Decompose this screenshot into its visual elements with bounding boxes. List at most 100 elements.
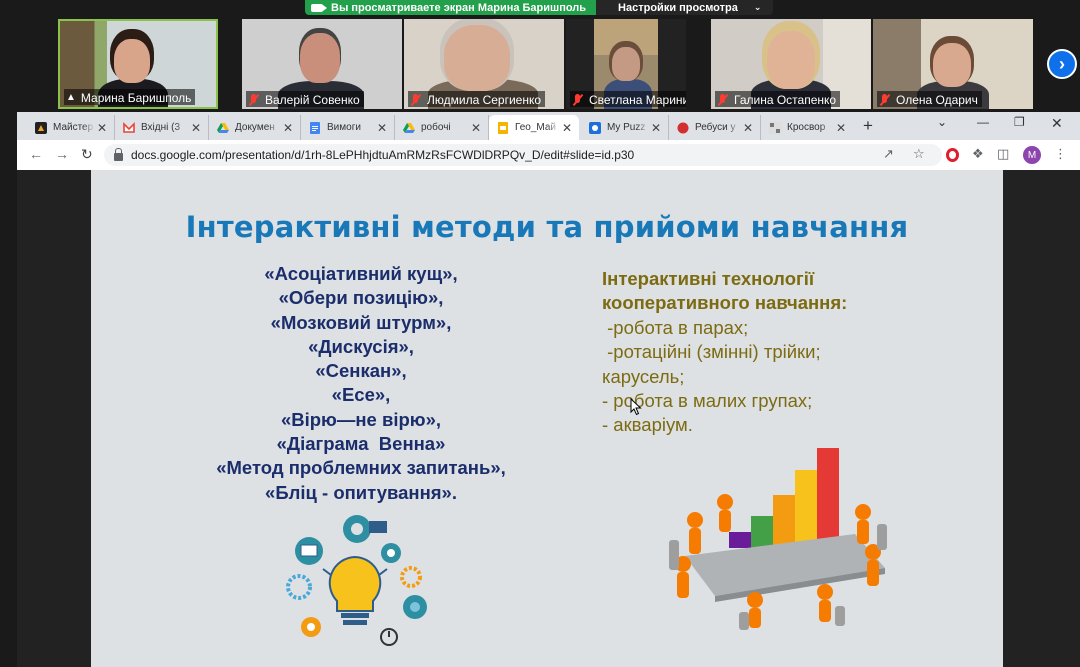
tab-label: Докумен	[235, 122, 275, 133]
star-icon: ☆	[913, 146, 925, 161]
browser-tab[interactable]: робочі ✕	[395, 115, 489, 140]
minimize-button[interactable]: —	[977, 115, 989, 129]
opera-extension-icon[interactable]	[946, 148, 959, 162]
share-icon: ↗	[883, 146, 894, 161]
participant-name-label: Валерій Совенко	[246, 91, 364, 107]
browser-tab-active[interactable]: Гео_Май ✕	[489, 115, 579, 140]
tab-bar: Майстер ✕ Вхідні (3 ✕ Докумен ✕ Вимоги ✕ роб…	[17, 112, 1080, 140]
person-head	[114, 39, 150, 83]
participant-tile[interactable]: Светлана Маринич	[566, 19, 686, 109]
restore-icon: ❐	[1014, 115, 1025, 129]
participant-tile[interactable]: Олена Одарич	[873, 19, 1033, 109]
technologies-heading: Інтерактивні технології кооперативного н…	[602, 267, 847, 316]
person-head	[933, 43, 971, 87]
drive-icon	[217, 122, 229, 133]
red-circle-icon	[677, 122, 689, 133]
method-item: «Бліц - опитування».	[265, 481, 457, 503]
mic-muted-icon	[410, 93, 422, 106]
participant-tile[interactable]: Людмила Сергиенко	[404, 19, 564, 109]
close-tab-icon[interactable]: ✕	[95, 121, 109, 135]
mic-muted-icon	[248, 93, 260, 106]
puzzle-piece-icon: ❖	[972, 146, 984, 161]
browser-menu-button[interactable]: ⋮	[1054, 146, 1067, 162]
technology-item: -ротаційні (змінні) трійки;	[602, 341, 821, 363]
tab-label: робочі	[421, 122, 451, 133]
restore-button[interactable]: ❐	[1014, 115, 1025, 129]
share-page-button[interactable]: ↗	[883, 146, 894, 162]
lock-icon	[114, 148, 123, 161]
new-tab-button[interactable]: +	[863, 116, 873, 136]
tab-label: My Puzz	[607, 122, 646, 133]
view-settings-button[interactable]: Настройки просмотра ⌄	[596, 0, 774, 15]
tab-search-button[interactable]: ⌄	[937, 115, 947, 129]
close-tab-icon[interactable]: ✕	[649, 121, 663, 135]
close-tab-icon[interactable]: ✕	[375, 121, 389, 135]
back-button[interactable]: ←	[29, 146, 43, 162]
slides-icon	[498, 121, 508, 134]
forward-button[interactable]: →	[55, 146, 69, 162]
viewing-indicator: Вы просматриваете экран Марина Баришполь	[305, 0, 597, 15]
participant-name-label: ▲ Марина Баришполь	[64, 89, 196, 105]
close-tab-icon[interactable]: ✕	[469, 121, 483, 135]
tab-label: Кросвор	[787, 122, 826, 133]
side-panel-icon: ◫	[997, 146, 1010, 161]
participant-name-label: Олена Одарич	[877, 91, 982, 107]
browser-tab[interactable]: Докумен ✕	[209, 115, 301, 140]
chevron-down-icon: ⌄	[753, 2, 762, 12]
close-tab-icon[interactable]: ✕	[189, 121, 203, 135]
screen: Вы просматриваете экран Марина Баришполь…	[0, 0, 1080, 667]
close-icon: ✕	[1051, 115, 1063, 131]
method-item: «Обери позицію»,	[278, 287, 444, 309]
presentation-slide: Інтерактивні методи та прийоми навчання …	[91, 170, 1003, 667]
heading-line: кооперативного навчання:	[602, 292, 848, 314]
tab-label: Майстер	[53, 122, 94, 133]
lightbulb-gears-illustration	[286, 515, 427, 646]
browser-tab[interactable]: Вхідні (3 ✕	[115, 115, 209, 140]
method-item: «Сенкан»,	[315, 360, 407, 382]
technology-item: карусель;	[602, 365, 685, 387]
browser-tab[interactable]: My Puzz ✕	[581, 115, 669, 140]
extensions-button[interactable]: ❖	[972, 146, 984, 162]
bookmark-button[interactable]: ☆	[913, 146, 925, 162]
person-head	[300, 33, 340, 83]
close-tab-icon[interactable]: ✕	[560, 121, 574, 135]
browser-tab[interactable]: Кросвор ✕	[761, 115, 853, 140]
participant-tile[interactable]: Галина Остапенко	[711, 19, 871, 109]
close-tab-icon[interactable]: ✕	[741, 121, 755, 135]
browser-tab[interactable]: Вимоги ✕	[301, 115, 395, 140]
arrow-right-icon: →	[55, 146, 69, 162]
reload-icon: ↻	[81, 146, 93, 162]
next-participants-button[interactable]: ›	[1047, 49, 1077, 79]
tab-label: Вхідні (3	[141, 122, 181, 133]
avatar-initial: M	[1027, 149, 1037, 161]
method-item: «Дискусія»,	[308, 335, 414, 357]
method-item: «Асоціативний кущ»,	[264, 263, 458, 284]
methods-list: «Асоціативний кущ», «Обери позицію», «Мо…	[191, 262, 531, 505]
person-head	[612, 47, 640, 81]
minimize-icon: —	[977, 115, 989, 129]
address-bar[interactable]: docs.google.com/presentation/d/1rh-8LePH…	[104, 144, 942, 166]
close-tab-icon[interactable]: ✕	[281, 121, 295, 135]
browser-tab[interactable]: Майстер ✕	[27, 115, 115, 140]
reload-button[interactable]: ↻	[81, 146, 93, 163]
mic-muted-icon	[572, 93, 584, 106]
close-tab-icon[interactable]: ✕	[834, 121, 848, 135]
tab-label: Ребуси у	[695, 122, 736, 133]
side-panel-button[interactable]: ◫	[997, 146, 1009, 162]
participant-strip: ▲ Марина Баришполь Валерій Совенко Людмил…	[0, 17, 1080, 109]
docs-icon	[310, 121, 320, 134]
participant-tile[interactable]: ▲ Марина Баришполь	[58, 19, 218, 109]
gmail-icon	[123, 121, 135, 133]
participant-name-label: Людмила Сергиенко	[408, 91, 546, 107]
crossword-icon	[769, 121, 781, 134]
close-window-button[interactable]: ✕	[1051, 115, 1063, 132]
participant-name-label: Светлана Маринич	[570, 91, 686, 107]
browser-tab[interactable]: Ребуси у ✕	[669, 115, 761, 140]
slide-title: Інтерактивні методи та прийоми навчання	[185, 210, 909, 244]
profile-avatar[interactable]: M	[1023, 146, 1041, 164]
tab-label: Вимоги	[327, 122, 361, 133]
puzzle-icon	[589, 121, 601, 134]
url-text: docs.google.com/presentation/d/1rh-8LePH…	[131, 148, 635, 162]
participant-tile[interactable]: Валерій Совенко	[242, 19, 402, 109]
method-item: «Діаграма Венна»	[276, 433, 446, 455]
